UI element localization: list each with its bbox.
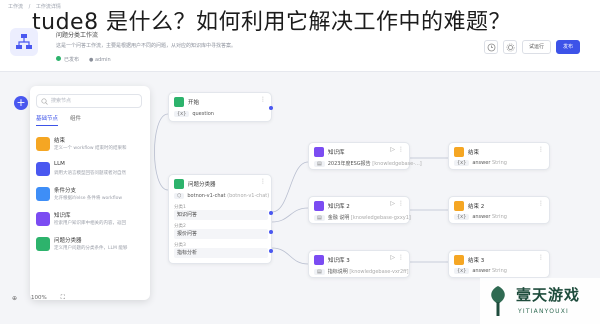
- node-search-input[interactable]: 搜索节点: [36, 94, 142, 108]
- run-icon[interactable]: ▷: [390, 146, 395, 153]
- knowledge-node-icon: [314, 147, 324, 157]
- node-picker-tabs: 基础节点 组件: [36, 114, 81, 126]
- node-title: 结束 3: [468, 258, 485, 264]
- node-type-desc: 定义一个 workflow 结束时的结果和: [54, 146, 127, 151]
- knowledge-node-icon: [314, 201, 324, 211]
- node-picker-panel: 搜索节点 基础节点 组件 结束 定义一个 workflow 结束时的结果和 LL…: [30, 86, 150, 300]
- end-output: {x} answer String: [454, 160, 507, 166]
- node-type-end[interactable]: 结束 定义一个 workflow 结束时的结果和: [36, 134, 146, 158]
- canvas-toolbar: ⊕ 100% ⛶: [12, 294, 65, 302]
- node-type-llm[interactable]: LLM 调用大语言模型回答问题或者对自然: [36, 159, 146, 183]
- more-icon[interactable]: ⋮: [538, 254, 544, 261]
- classifier-node[interactable]: 问题分类器 ⋮ ⬡ botnon-v1-chat (botnon-v1-chat)…: [168, 174, 273, 264]
- edge-classifier-kb1: [271, 161, 309, 213]
- search-icon: [41, 98, 48, 105]
- node-title: 问题分类器: [188, 182, 216, 188]
- node-type-title: 结束: [54, 138, 66, 144]
- output-port-1[interactable]: [269, 211, 273, 215]
- node-type-title: 问题分类器: [54, 238, 82, 244]
- node-title: 结束 2: [468, 204, 485, 210]
- end-node-icon: [454, 255, 464, 265]
- zoom-in-icon[interactable]: ⊕: [12, 295, 17, 302]
- run-icon[interactable]: ▷: [390, 200, 395, 207]
- node-type-title: 知识库: [54, 213, 71, 219]
- knowledge-node-2[interactable]: 知识库 2 ▷ ⋮ ▤ 金融 说明 [knowledgebase-gxxy1]: [308, 196, 411, 224]
- site-watermark: 壹天游戏 YITIANYOUXI: [480, 278, 600, 324]
- brand-logo-icon: [491, 286, 505, 316]
- more-icon[interactable]: ⋮: [398, 146, 404, 153]
- class-value: 报价问答: [174, 229, 268, 239]
- more-icon[interactable]: ⋮: [260, 178, 266, 185]
- run-icon[interactable]: ▷: [390, 254, 395, 261]
- node-type-classifier[interactable]: 问题分类器 定义用户问题的分类条件，LLM 能够: [36, 234, 146, 258]
- node-type-desc: 允许根据if/else 条件将 workflow: [54, 196, 123, 201]
- llm-node-icon: [36, 162, 50, 176]
- watermark-cn: 壹天游戏: [516, 286, 581, 304]
- knowledge-node-icon: [314, 255, 324, 265]
- node-type-desc: 检索用户知识库中相关的内容，返回: [54, 221, 126, 226]
- classifier-node-icon: [174, 179, 184, 189]
- end-node-1[interactable]: 结束 ⋮ {x} answer String: [448, 142, 550, 170]
- output-port[interactable]: [269, 106, 273, 110]
- class-value: 指标分析: [174, 248, 268, 258]
- branch-node-icon: [36, 187, 50, 201]
- start-variable: {x} question: [174, 111, 214, 117]
- node-type-condition[interactable]: 条件分支 允许根据if/else 条件将 workflow: [36, 184, 146, 208]
- node-title: 开始: [188, 100, 200, 106]
- more-icon[interactable]: ⋮: [538, 146, 544, 153]
- more-icon[interactable]: ⋮: [398, 254, 404, 261]
- end-output: {x} answer String: [454, 214, 507, 220]
- classifier-model: ⬡ botnon-v1-chat (botnon-v1-chat): [174, 193, 269, 199]
- output-port-3[interactable]: [269, 249, 273, 253]
- fit-view-icon[interactable]: ⛶: [61, 294, 65, 302]
- start-node-icon: [174, 97, 184, 107]
- output-port-2[interactable]: [269, 230, 273, 234]
- node-title: 知识库: [328, 150, 345, 156]
- tab-components[interactable]: 组件: [70, 114, 81, 126]
- node-type-desc: 定义用户问题的分类条件，LLM 能够: [54, 246, 128, 251]
- node-title: 知识库 2: [328, 204, 350, 210]
- knowledge-source: ▤ 金融 说明 [knowledgebase-gxxy1]: [314, 214, 411, 221]
- end-node-3[interactable]: 结束 3 ⋮ {x} answer String: [448, 250, 550, 278]
- end-node-icon: [36, 137, 50, 151]
- more-icon[interactable]: ⋮: [538, 200, 544, 207]
- start-node[interactable]: 开始 ⋮ {x} question: [168, 92, 273, 122]
- end-node-icon: [454, 201, 464, 211]
- end-node-2[interactable]: 结束 2 ⋮ {x} answer String: [448, 196, 550, 224]
- tab-basic-nodes[interactable]: 基础节点: [36, 114, 59, 126]
- knowledge-node-1[interactable]: 知识库 ▷ ⋮ ▤ 2023年度ESG报告 [knowledgebase-...]: [308, 142, 422, 170]
- knowledge-node-3[interactable]: 知识库 3 ▷ ⋮ ▤ 指标说明 [knowledgebase-vxr2ff]: [308, 250, 410, 278]
- end-output: {x} answer String: [454, 268, 507, 274]
- node-type-desc: 调用大语言模型回答问题或者对自然: [54, 171, 126, 176]
- node-title: 知识库 3: [328, 258, 350, 264]
- more-icon[interactable]: ⋮: [260, 96, 266, 103]
- add-node-button[interactable]: +: [14, 96, 28, 110]
- knowledge-source: ▤ 指标说明 [knowledgebase-vxr2ff]: [314, 268, 409, 275]
- classifier-node-icon: [36, 237, 50, 251]
- knowledge-source: ▤ 2023年度ESG报告 [knowledgebase-...]: [314, 160, 422, 167]
- node-type-title: LLM: [54, 161, 65, 167]
- node-title: 结束: [468, 150, 480, 156]
- node-type-list: 结束 定义一个 workflow 结束时的结果和 LLM 调用大语言模型回答问题…: [36, 134, 146, 259]
- end-node-icon: [454, 147, 464, 157]
- knowledge-node-icon: [36, 212, 50, 226]
- edge-start-classifier: [154, 113, 169, 191]
- class-value: 知识问答: [174, 210, 268, 220]
- node-type-title: 条件分支: [54, 188, 77, 194]
- zoom-level: 100%: [31, 295, 47, 301]
- edge-classifier-kb3: [271, 247, 309, 265]
- watermark-en: YITIANYOUXI: [518, 308, 569, 315]
- node-type-knowledge[interactable]: 知识库 检索用户知识库中相关的内容，返回: [36, 209, 146, 233]
- more-icon[interactable]: ⋮: [398, 200, 404, 207]
